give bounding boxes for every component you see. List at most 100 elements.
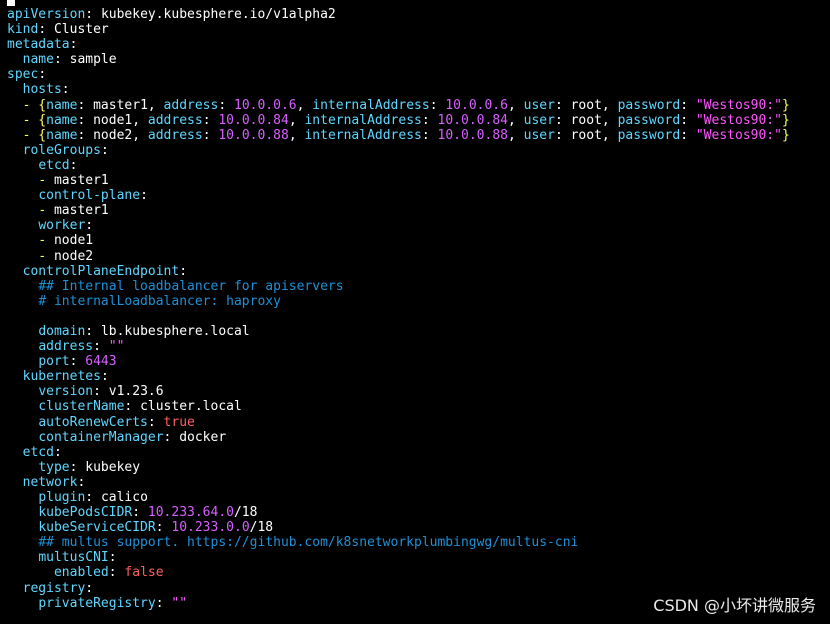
code-token-text: : — [61, 82, 70, 98]
code-line: clusterName: cluster.local — [7, 399, 790, 414]
code-token-key: address — [163, 97, 219, 113]
code-token-string: "Westos90:" — [695, 127, 782, 143]
code-token-key: name — [46, 97, 78, 113]
code-token-text: : root, — [554, 127, 618, 143]
code-token-punct: - { — [22, 127, 47, 143]
code-token-punct: - — [38, 173, 54, 189]
code-token-punct: - — [38, 248, 54, 264]
code-token-text: : — [38, 22, 54, 38]
code-token-text: : root, — [554, 112, 618, 128]
code-token-key: clusterName — [38, 399, 125, 415]
code-token-text: : — [69, 354, 86, 370]
code-token-text: , — [288, 112, 305, 128]
code-line: address: "" — [7, 339, 790, 354]
code-token-key: user — [523, 127, 555, 143]
code-token-key: kind — [7, 22, 39, 38]
code-token-key: kubeServiceCIDR — [38, 520, 156, 536]
code-token-boolean: true — [163, 414, 195, 430]
code-token-key: apiVersion — [7, 7, 86, 22]
code-line: ## multus support. https://github.com/k8… — [7, 535, 790, 550]
code-token-text: : — [680, 112, 696, 128]
code-token-key: etcd — [38, 157, 70, 173]
code-line: worker: — [7, 218, 790, 233]
code-token-key: containerManager — [38, 429, 164, 445]
code-token-text: : — [85, 7, 101, 22]
code-line: - {name: master1, address: 10.0.0.6, int… — [7, 98, 790, 113]
code-token-key: type — [38, 459, 70, 475]
code-token-text: : — [77, 474, 86, 490]
code-token-text: : — [140, 188, 148, 204]
code-token-text: : — [421, 112, 438, 128]
code-line: ## Internal loadbalancer for apiservers — [7, 279, 790, 294]
code-token-punct: } — [781, 97, 790, 113]
code-line: - node1 — [7, 233, 790, 248]
code-token-text: : — [147, 414, 164, 430]
code-line: - node2 — [7, 249, 790, 264]
code-token-key: privateRegistry — [38, 595, 156, 611]
code-token-text: Cluster — [53, 22, 109, 38]
code-token-text: : — [85, 323, 101, 339]
terminal-window[interactable]: apiVersion: kubekey.kubesphere.io/v1alph… — [0, 0, 830, 624]
code-line: network: — [7, 475, 790, 490]
code-token-text: : — [108, 565, 125, 581]
code-token-key: worker — [38, 218, 86, 234]
code-token-text: : — [179, 263, 188, 279]
csdn-watermark: CSDN @小坏讲微服务 — [653, 596, 816, 615]
code-token-key: name — [46, 127, 78, 143]
code-token-text: : — [53, 52, 70, 68]
code-token-key: password — [617, 112, 681, 128]
code-token-text: : — [155, 595, 172, 611]
code-token-text: : node1, — [77, 112, 148, 128]
code-token-number: 10.0.0.88 — [218, 127, 289, 143]
code-line: kubeServiceCIDR: 10.233.0.0/18 — [7, 520, 790, 535]
code-token-key: address — [147, 112, 203, 128]
code-token-key: internalAddress — [312, 97, 430, 113]
code-token-text: /18 — [233, 505, 258, 521]
code-token-text: node2 — [53, 248, 94, 264]
code-token-text: cluster.local — [140, 399, 242, 415]
code-token-key: metadata — [7, 37, 70, 53]
code-token-text: : — [85, 490, 101, 505]
code-token-text: : — [202, 127, 219, 143]
code-token-key: control-plane — [38, 188, 141, 204]
code-token-key: address — [38, 339, 94, 355]
code-token-text: : — [163, 429, 180, 445]
code-token-text: , — [507, 127, 524, 143]
code-token-key: port — [38, 354, 70, 370]
code-line: type: kubekey — [7, 460, 790, 475]
code-token-key: roleGroups — [22, 142, 101, 158]
code-token-key: autoRenewCerts — [38, 414, 148, 430]
code-line: kind: Cluster — [7, 22, 790, 37]
code-token-text: , — [507, 97, 524, 113]
code-token-key: name — [46, 112, 78, 128]
code-line: autoRenewCerts: true — [7, 415, 790, 430]
code-line: etcd: — [7, 158, 790, 173]
code-token-key: password — [617, 97, 681, 113]
code-line: roleGroups: — [7, 143, 790, 158]
code-token-text: : — [69, 459, 86, 475]
code-line: etcd: — [7, 445, 790, 460]
yaml-editor-content[interactable]: apiVersion: kubekey.kubesphere.io/v1alph… — [7, 7, 790, 611]
code-line: containerManager: docker — [7, 430, 790, 445]
code-token-key: plugin — [38, 490, 86, 505]
code-token-text: : — [132, 505, 148, 521]
code-token-key: password — [617, 127, 681, 143]
code-token-text: : — [69, 37, 78, 53]
code-token-text: kubekey.kubesphere.io/v1alpha2 — [100, 7, 336, 22]
code-token-number: 10.0.0.6 — [445, 97, 508, 113]
